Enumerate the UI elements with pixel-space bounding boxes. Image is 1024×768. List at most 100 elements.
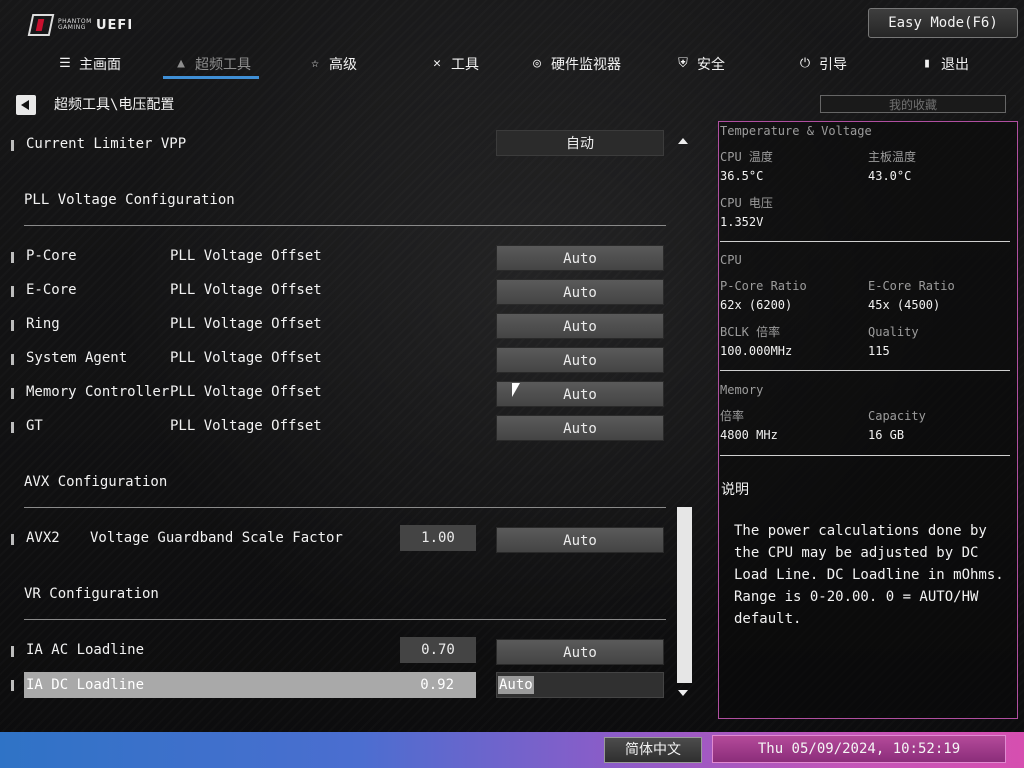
- scrollbar-thumb[interactable]: [677, 507, 692, 683]
- tab-oc-tweaker[interactable]: ▲ 超频工具: [174, 50, 251, 78]
- row-marker: [11, 286, 14, 297]
- description-header: 说明: [721, 482, 749, 498]
- ecore-pll-name: E-Core: [26, 282, 77, 298]
- tab-tools-label: 工具: [451, 57, 479, 73]
- star-icon: ☆: [311, 56, 319, 71]
- breadcrumb: 超频工具\电压配置: [54, 97, 175, 113]
- tab-hw-monitor-label: 硬件监视器: [551, 57, 621, 73]
- system-agent-pll-desc: PLL Voltage Offset: [170, 350, 322, 366]
- bclk-label: BCLK 倍率: [720, 325, 781, 339]
- vr-section-heading: VR Configuration: [24, 586, 159, 602]
- shield-icon: ⛨: [678, 56, 688, 71]
- panel-divider: [720, 370, 1010, 371]
- memory-controller-pll-desc: PLL Voltage Offset: [170, 384, 322, 400]
- avx2-desc: Voltage Guardband Scale Factor: [90, 530, 343, 546]
- tab-advanced[interactable]: ☆ 高级: [308, 50, 357, 78]
- section-divider: [24, 225, 666, 226]
- memory-ratio-value: 4800 MHz: [720, 428, 778, 442]
- cpu-temp-value: 36.5°C: [720, 169, 764, 183]
- gt-pll-desc: PLL Voltage Offset: [170, 418, 322, 434]
- tab-security[interactable]: ⛨ 安全: [676, 50, 725, 78]
- system-agent-pll-name: System Agent: [26, 350, 128, 366]
- ia-ac-loadline-label: IA AC Loadline: [26, 642, 145, 658]
- row-marker: [11, 646, 14, 657]
- ia-dc-loadline-value-input[interactable]: Auto: [496, 672, 664, 698]
- mouse-cursor-icon: [512, 383, 520, 397]
- wrench-icon: ✕: [433, 56, 441, 71]
- tab-tools[interactable]: ✕ 工具: [430, 50, 479, 78]
- quality-label: Quality: [868, 325, 919, 339]
- ring-pll-desc: PLL Voltage Offset: [170, 316, 322, 332]
- easy-mode-button[interactable]: Easy Mode(F6): [868, 8, 1018, 38]
- ia-ac-loadline-value-button[interactable]: Auto: [496, 639, 664, 665]
- ia-dc-loadline-row-selected[interactable]: IA DC Loadline 0.92: [24, 672, 476, 698]
- avx2-value-button[interactable]: Auto: [496, 527, 664, 553]
- quality-value: 115: [868, 344, 890, 358]
- row-marker: [11, 354, 14, 365]
- datetime-display[interactable]: Thu 05/09/2024, 10:52:19: [712, 735, 1006, 763]
- system-agent-pll-value-button[interactable]: Auto: [496, 347, 664, 373]
- pcore-ratio-value: 62x (6200): [720, 298, 793, 312]
- ring-pll-value-button[interactable]: Auto: [496, 313, 664, 339]
- row-marker: [11, 534, 14, 545]
- bclk-value: 100.000MHz: [720, 344, 793, 358]
- tab-exit[interactable]: ▮ 退出: [920, 50, 969, 78]
- avx2-number-input[interactable]: 1.00: [400, 525, 476, 551]
- memory-controller-pll-value-button[interactable]: Auto: [496, 381, 664, 407]
- scroll-down-arrow-icon[interactable]: [678, 690, 688, 696]
- logo-title: UEFI: [96, 17, 134, 33]
- panel-divider: [720, 455, 1010, 456]
- row-marker: [11, 388, 14, 399]
- capacity-label: Capacity: [868, 409, 926, 423]
- cpu-voltage-value: 1.352V: [720, 215, 764, 229]
- tab-exit-label: 退出: [941, 57, 969, 73]
- row-marker: [11, 422, 14, 433]
- tab-main-label: 主画面: [79, 57, 121, 73]
- crosshair-icon: ◎: [533, 56, 541, 71]
- mb-temp-value: 43.0°C: [868, 169, 912, 183]
- back-button[interactable]: [16, 95, 36, 115]
- tab-main[interactable]: ☰ 主画面: [58, 50, 121, 78]
- row-marker: [11, 140, 14, 151]
- avx-section-heading: AVX Configuration: [24, 474, 168, 490]
- exit-door-icon: ▮: [923, 56, 931, 71]
- ecore-ratio-label: E-Core Ratio: [868, 279, 955, 293]
- ia-dc-loadline-label: IA DC Loadline: [26, 677, 145, 693]
- favorites-button[interactable]: 我的收藏: [820, 95, 1006, 113]
- capacity-value: 16 GB: [868, 428, 905, 442]
- language-button[interactable]: 简体中文: [604, 737, 702, 763]
- memory-ratio-label: 倍率: [720, 409, 745, 423]
- ia-ac-loadline-number-input[interactable]: 0.70: [400, 637, 476, 663]
- section-divider: [24, 507, 666, 508]
- pcore-ratio-label: P-Core Ratio: [720, 279, 807, 293]
- ring-pll-name: Ring: [26, 316, 60, 332]
- mb-temp-label: 主板温度: [868, 150, 917, 164]
- memory-section-header: Memory: [720, 383, 764, 397]
- cpu-voltage-label: CPU 电压: [720, 196, 773, 210]
- row-marker: [11, 320, 14, 331]
- brand-logo: PHANTOM GAMING UEFI: [27, 14, 134, 36]
- scroll-up-arrow-icon[interactable]: [678, 138, 688, 144]
- phantom-gaming-logo-icon: [27, 14, 55, 36]
- ecore-ratio-value: 45x (4500): [868, 298, 941, 312]
- cpu-temp-label: CPU 温度: [720, 150, 773, 164]
- gt-pll-name: GT: [26, 418, 43, 434]
- avx2-name: AVX2: [26, 530, 60, 546]
- ecore-pll-desc: PLL Voltage Offset: [170, 282, 322, 298]
- pcore-pll-value-button[interactable]: Auto: [496, 245, 664, 271]
- pcore-pll-name: P-Core: [26, 248, 77, 264]
- panel-title: Temperature & Voltage: [720, 124, 872, 138]
- current-limiter-value-button[interactable]: 自动: [496, 130, 664, 156]
- tab-oc-tweaker-label: 超频工具: [195, 57, 251, 73]
- pll-section-heading: PLL Voltage Configuration: [24, 192, 235, 208]
- ecore-pll-value-button[interactable]: Auto: [496, 279, 664, 305]
- current-limiter-label: Current Limiter VPP: [26, 136, 187, 152]
- tab-security-label: 安全: [697, 57, 725, 73]
- flame-icon: ▲: [177, 56, 185, 71]
- description-text: The power calculations done by the CPU m…: [734, 523, 1004, 627]
- memory-controller-pll-name: Memory Controller: [26, 384, 170, 400]
- tab-hw-monitor[interactable]: ◎ 硬件监视器: [530, 50, 621, 78]
- tab-boot[interactable]: ⏻ 引导: [798, 50, 847, 78]
- gt-pll-value-button[interactable]: Auto: [496, 415, 664, 441]
- tab-advanced-label: 高级: [329, 57, 357, 73]
